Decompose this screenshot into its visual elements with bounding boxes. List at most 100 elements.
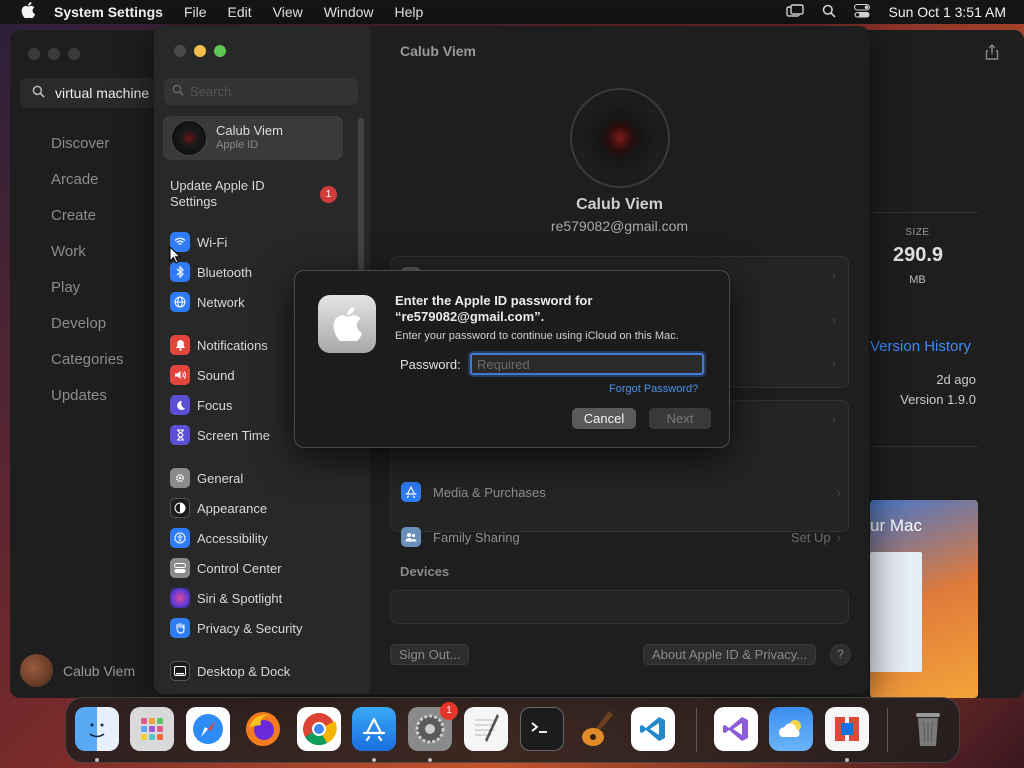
firefox-icon[interactable] <box>241 707 285 751</box>
preview-screenshot[interactable]: ur Mac <box>870 500 978 698</box>
nav-categories[interactable]: Categories <box>51 350 124 386</box>
nav-updates[interactable]: Updates <box>51 386 124 422</box>
running-indicator <box>95 758 99 762</box>
sidebar-item-focus[interactable]: Focus <box>170 394 232 416</box>
terminal-icon[interactable] <box>520 707 564 751</box>
avatar[interactable] <box>570 88 670 188</box>
apple-menu-icon[interactable] <box>18 2 38 22</box>
dialog-subtitle: Enter your password to continue using iC… <box>395 330 679 342</box>
parallels-desktop-icon[interactable] <box>825 707 869 751</box>
sidebar-item-control-center[interactable]: Control Center <box>170 557 282 579</box>
sidebar-item-label: Privacy & Security <box>197 620 303 636</box>
spotlight-search-icon[interactable] <box>822 4 837 21</box>
close-icon[interactable] <box>174 45 186 57</box>
nav-work[interactable]: Work <box>51 242 124 278</box>
traffic-lights <box>174 45 226 57</box>
divider <box>870 212 978 213</box>
next-button[interactable]: Next <box>649 408 711 429</box>
row-label: Family Sharing <box>433 529 520 545</box>
version-history-link[interactable]: Version History <box>870 338 971 355</box>
sidebar-update-apple-id[interactable]: Update Apple ID Settings <box>170 178 300 210</box>
sidebar-item-label: Appearance <box>197 500 268 516</box>
version-number: Version 1.9.0 <box>900 392 976 407</box>
sidebar-item-screen-time[interactable]: Screen Time <box>170 424 270 446</box>
chrome-icon[interactable] <box>297 707 341 751</box>
zoom-icon[interactable] <box>214 45 226 57</box>
visual-studio-icon[interactable] <box>714 707 758 751</box>
garageband-icon[interactable] <box>576 707 620 751</box>
minimize-icon[interactable] <box>194 45 206 57</box>
dock: 1 <box>65 697 960 763</box>
menu-edit[interactable]: Edit <box>228 4 252 20</box>
row-family-sharing[interactable]: Family Sharing Set Up › <box>401 526 841 548</box>
nav-create[interactable]: Create <box>51 206 124 242</box>
sidebar-item-label: General <box>197 470 244 486</box>
search-icon <box>172 84 184 99</box>
menu-view[interactable]: View <box>273 4 303 20</box>
menu-app-name[interactable]: System Settings <box>54 4 163 20</box>
sign-out-button[interactable]: Sign Out... <box>390 644 470 665</box>
family-icon <box>401 527 421 547</box>
dialog-title: Enter the Apple ID password for “re57908… <box>395 293 593 324</box>
nav-develop[interactable]: Develop <box>51 314 124 350</box>
sidebar-item-sound[interactable]: Sound <box>170 364 235 386</box>
finder-icon[interactable] <box>75 707 119 751</box>
row-media-purchases[interactable]: Media & Purchases › <box>401 481 841 503</box>
control-center-icon[interactable] <box>854 3 871 21</box>
cancel-button[interactable]: Cancel <box>572 408 636 429</box>
menu-clock[interactable]: Sun Oct 1 3:51 AM <box>888 4 1006 20</box>
textedit-icon[interactable] <box>464 707 508 751</box>
row-label: Media & Purchases <box>433 484 546 500</box>
trash-icon[interactable] <box>906 707 950 751</box>
sidebar-item-desktop-dock[interactable]: Desktop & Dock <box>170 660 290 682</box>
sidebar-item-siri-spotlight[interactable]: Siri & Spotlight <box>170 587 282 609</box>
nav-arcade[interactable]: Arcade <box>51 170 124 206</box>
zoom-icon[interactable] <box>68 48 80 60</box>
sidebar-item-appearance[interactable]: Appearance <box>170 497 267 519</box>
accessibility-icon <box>170 528 190 548</box>
close-icon[interactable] <box>28 48 40 60</box>
dock-separator <box>887 708 888 752</box>
app-store-search-value: virtual machine <box>55 85 150 101</box>
sidebar-item-notifications[interactable]: Notifications <box>170 334 268 356</box>
vscode-icon[interactable] <box>631 707 675 751</box>
sidebar-item-privacy-security[interactable]: Privacy & Security <box>170 617 302 639</box>
password-field[interactable] <box>470 353 704 375</box>
chevron-right-icon: › <box>832 357 836 371</box>
nav-discover[interactable]: Discover <box>51 134 124 170</box>
menu-file[interactable]: File <box>184 4 207 20</box>
chevron-right-icon: › <box>836 484 841 500</box>
about-apple-id-privacy-button[interactable]: About Apple ID & Privacy... <box>643 644 817 665</box>
sidebar-item-label: Accessibility <box>197 530 268 546</box>
minimize-icon[interactable] <box>48 48 60 60</box>
sidebar-item-bluetooth[interactable]: Bluetooth <box>170 261 252 283</box>
avatar <box>171 120 207 156</box>
app-store-search-field[interactable]: virtual machine <box>20 78 160 108</box>
safari-icon[interactable] <box>186 707 230 751</box>
app-store-account[interactable]: Calub Viem <box>20 654 135 687</box>
sidebar-item-accessibility[interactable]: Accessibility <box>170 527 268 549</box>
updated-ago: 2d ago <box>936 372 976 387</box>
nav-play[interactable]: Play <box>51 278 124 314</box>
sidebar-item-general[interactable]: General <box>170 467 243 489</box>
preview-window-graphic <box>870 552 922 672</box>
sidebar-item-label: Sound <box>197 367 235 383</box>
devices-header: Devices <box>400 564 450 579</box>
menu-help[interactable]: Help <box>395 4 424 20</box>
devices-panel: ⋯ <box>390 590 849 624</box>
menu-window[interactable]: Window <box>324 4 374 20</box>
settings-search-field[interactable]: Search <box>164 78 358 105</box>
weather-icon[interactable] <box>769 707 813 751</box>
forgot-password-link[interactable]: Forgot Password? <box>609 383 698 395</box>
size-unit: MB <box>909 274 926 286</box>
dock-icon <box>170 661 190 681</box>
launchpad-icon[interactable] <box>130 707 174 751</box>
app-store-icon[interactable] <box>352 707 396 751</box>
help-button[interactable]: ? <box>830 644 851 665</box>
sidebar-apple-id[interactable]: Calub Viem Apple ID <box>163 116 343 160</box>
sidebar-item-network[interactable]: Network <box>170 291 245 313</box>
app-store-nav: Discover Arcade Create Work Play Develop… <box>51 134 124 422</box>
share-icon[interactable] <box>985 44 999 63</box>
screen-mirroring-icon[interactable] <box>786 3 805 21</box>
app-store-traffic-lights <box>28 48 80 60</box>
